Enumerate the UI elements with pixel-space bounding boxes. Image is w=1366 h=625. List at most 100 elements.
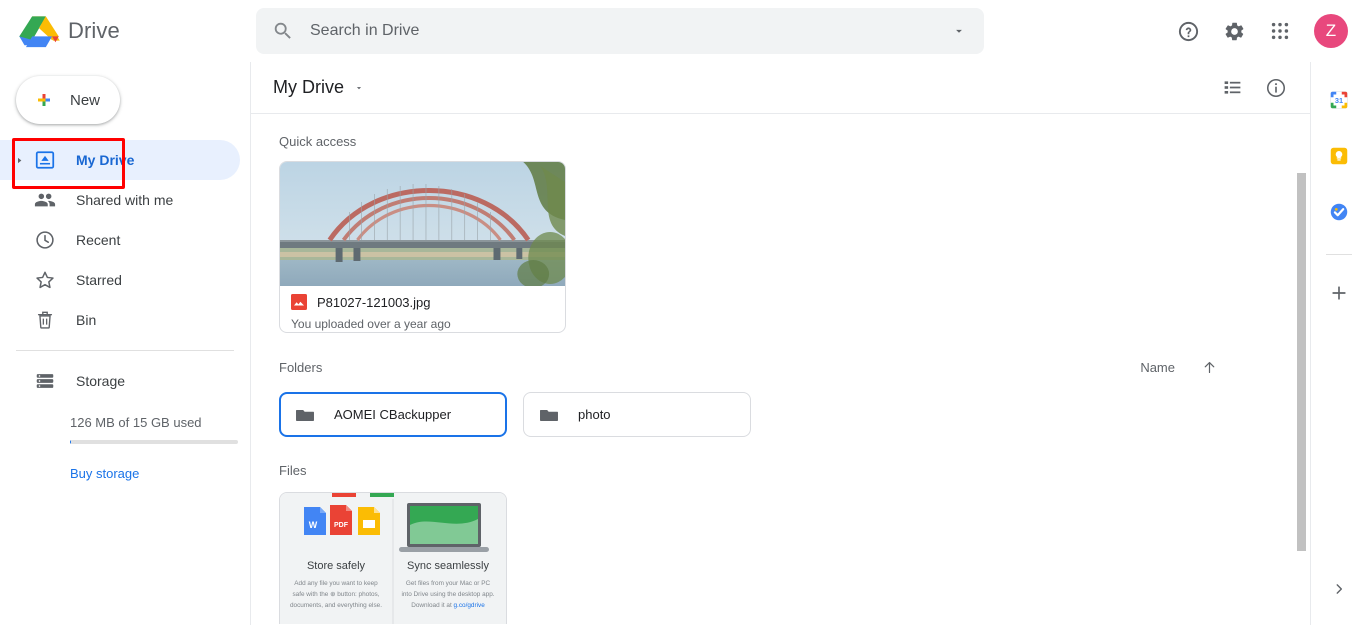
list-view-icon [1224,81,1240,94]
page-title: My Drive [273,77,344,97]
svg-text:documents, and everything else: documents, and everything else. [290,602,382,609]
sidebar-item-starred[interactable]: Starred [0,260,240,300]
gear-icon [1225,22,1243,40]
sidebar-item-label: Bin [76,312,97,328]
svg-text:W: W [309,520,318,530]
quick-access-filename: P81027-121003.jpg [317,294,431,310]
google-calendar-icon: 31 [1329,91,1348,109]
content-scrollbar[interactable] [1296,115,1308,572]
svg-text:safe with the ⊕ button: photos: safe with the ⊕ button: photos, [292,591,379,598]
google-keep-button[interactable] [1319,136,1359,176]
google-drive-logo [19,16,60,48]
sidebar-nav: My Drive Shared with me Recent Starred B… [0,140,250,340]
quick-access-card[interactable]: P81027-121003.jpg You uploaded over a ye… [279,161,566,333]
sidebar-item-shared-with-me[interactable]: Shared with me [0,180,240,220]
scrollbar-thumb[interactable] [1297,173,1306,551]
svg-text:into Drive using the desktop a: into Drive using the desktop app. [401,591,494,598]
svg-text:PDF: PDF [334,522,349,529]
info-circle-icon [1266,78,1286,97]
left-sidebar: New My Drive Shared with me Recent Starr… [0,62,250,625]
storage-icon [36,374,54,388]
svg-text:Get files from your Mac or PC: Get files from your Mac or PC [406,580,491,587]
search-box[interactable] [256,8,984,54]
arrow-up-icon[interactable] [1201,359,1218,376]
svg-text:Sync seamlessly: Sync seamlessly [407,560,489,572]
quick-access-thumbnail [280,162,565,286]
list-view-button[interactable] [1212,68,1252,108]
top-bar-actions: Z [1168,11,1366,51]
files-title: Files [279,463,307,478]
expand-arrow-icon[interactable] [8,156,30,165]
expand-panel-button[interactable] [1319,569,1359,609]
folders-grid: AOMEI CBackupper photo [279,392,1294,437]
svg-text:Download it at g.co/gdrive: Download it at g.co/gdrive [411,602,485,609]
sidebar-item-storage[interactable]: Storage [0,361,250,401]
top-bar: Drive Search in Drive Z [0,0,1366,62]
brand[interactable]: Drive [0,0,250,62]
svg-text:Add any file you want to keep: Add any file you want to keep [294,580,378,587]
sidebar-item-my-drive[interactable]: My Drive [0,140,240,180]
quick-access-meta: P81027-121003.jpg You uploaded over a ye… [280,286,565,331]
sidebar-item-label: Recent [76,232,121,248]
right-side-panel: 31 [1310,62,1366,625]
search-options-button[interactable] [944,16,974,46]
quick-access-file-row: P81027-121003.jpg [291,294,554,310]
main-content: My Drive Quick access P81027-121003.jpg … [250,62,1310,625]
google-tasks-button[interactable] [1319,192,1359,232]
new-button-label: New [70,91,101,109]
main-header: My Drive [251,62,1310,114]
google-drive-window: Drive Search in Drive Z New My Drive Sha… [0,0,1366,625]
sidebar-item-label: Starred [76,272,122,288]
new-button[interactable]: New [16,76,120,124]
folder-name: AOMEI CBackupper [334,407,452,422]
help-button[interactable] [1168,11,1208,51]
help-circle-icon [1178,21,1198,41]
storage-label: Storage [76,373,126,389]
search-input[interactable] [310,22,944,40]
sidebar-item-recent[interactable]: Recent [0,220,240,260]
add-addon-button[interactable] [1319,273,1359,313]
folder-item-photo[interactable]: photo [523,392,751,437]
folder-name: photo [578,407,611,422]
breadcrumb[interactable]: My Drive [267,73,370,102]
rail-divider [1325,254,1352,255]
storage-usage-text: 126 MB of 15 GB used [70,415,202,430]
settings-button[interactable] [1214,11,1254,51]
trash-icon [37,311,53,329]
apps-grid-icon [1271,22,1289,40]
image-file-icon [291,294,307,310]
content-scroll-area: Quick access P81027-121003.jpg You uploa… [251,114,1310,624]
svg-text:31: 31 [1334,96,1342,105]
google-calendar-button[interactable]: 31 [1319,80,1359,120]
sidebar-item-bin[interactable]: Bin [0,300,240,340]
file-thumbnail: W PDF Store safely Sync seamlessly Add a… [280,493,506,624]
sidebar-divider [16,350,234,351]
folder-icon [540,409,558,421]
plus-icon [38,94,50,106]
drive-icon [35,151,55,169]
google-tasks-icon [1330,203,1347,221]
google-apps-button[interactable] [1260,11,1300,51]
header-actions [1212,68,1296,108]
folder-item-aomei-cbackupper[interactable]: AOMEI CBackupper [279,392,507,437]
details-button[interactable] [1256,68,1296,108]
sidebar-item-label: Shared with me [76,192,174,208]
search-icon [274,22,291,39]
brand-name: Drive [68,18,120,43]
google-keep-icon [1330,147,1347,165]
storage-progress-bar [70,440,238,444]
folders-title: Folders [279,360,323,375]
quick-access-subtitle: You uploaded over a year ago [291,317,451,331]
search-container [256,8,984,54]
quick-access-title: Quick access [279,134,357,149]
star-icon [36,271,54,289]
avatar[interactable]: Z [1314,14,1348,48]
sort-control[interactable]: Name [1140,359,1218,376]
svg-text:Store safely: Store safely [307,560,366,572]
plus-icon [1331,286,1346,300]
chevron-right-icon [1336,584,1343,594]
chevron-down-icon [356,86,362,89]
buy-storage-link[interactable]: Buy storage [70,466,139,481]
clock-icon [36,231,54,249]
file-card-getting-started[interactable]: W PDF Store safely Sync seamlessly Add a… [279,492,507,624]
